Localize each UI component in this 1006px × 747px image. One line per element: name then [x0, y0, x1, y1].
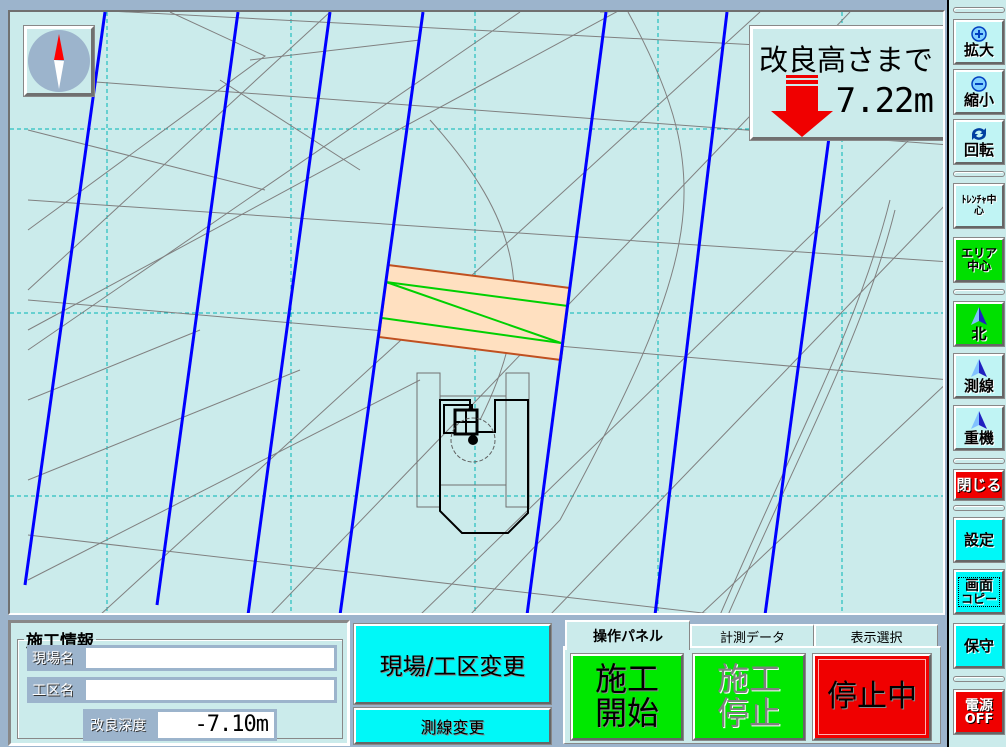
- change-site-section-button[interactable]: 現場/工区変更: [354, 624, 551, 704]
- machine-up-button[interactable]: 重機: [954, 406, 1004, 450]
- separator: [953, 676, 1005, 682]
- focus-outline: 画面 コピー: [957, 577, 1000, 607]
- terrain-line: [421, 106, 943, 613]
- change-survey-line-button[interactable]: 測線変更: [354, 708, 551, 744]
- separator: [953, 505, 1005, 511]
- triangle-up-icon: [971, 359, 987, 377]
- operation-panel-body: 施工 開始 施工 停止 停止中: [563, 646, 941, 744]
- north-up-button[interactable]: 北: [954, 302, 1004, 346]
- stop-construction-button[interactable]: 施工 停止: [693, 654, 805, 740]
- separator: [953, 171, 1005, 177]
- tab-measurement-data[interactable]: 計測データ: [690, 624, 814, 646]
- zoom-out-button[interactable]: 縮小: [954, 70, 1004, 114]
- close-button[interactable]: 閉じる: [954, 470, 1004, 500]
- survey-line: [155, 12, 240, 606]
- terrain-line: [27, 369, 301, 481]
- triangle-up-icon: [971, 411, 987, 429]
- target-height-title: 改良高さまで: [759, 43, 934, 77]
- terrain-line: [27, 379, 421, 581]
- machine-track-right: [505, 372, 530, 508]
- survey-line: [653, 12, 729, 613]
- site-name-label: 現場名: [32, 651, 74, 667]
- improvement-depth-label: 改良深度: [90, 718, 146, 734]
- maintenance-button[interactable]: 保守: [954, 624, 1004, 668]
- contour-curve: [429, 119, 515, 421]
- target-height-value: 7.22m: [835, 81, 934, 121]
- arrow-down-icon: [771, 75, 833, 137]
- terrain-line: [701, 385, 943, 613]
- trencher-center-button[interactable]: ﾄﾚﾝﾁｬ中心: [954, 184, 1004, 228]
- separator: [953, 7, 1005, 13]
- construction-info-panel: 施工情報 現場名 工区名 改良深度 -7.10m: [8, 620, 350, 746]
- area-center-button[interactable]: エリア中心: [954, 238, 1004, 282]
- section-name-label: 工区名: [32, 683, 74, 699]
- terrain-line: [27, 199, 943, 263]
- status-stopped-indicator: 停止中: [813, 654, 931, 740]
- machine-body: [439, 399, 529, 534]
- machine-track-left: [416, 372, 441, 508]
- improvement-depth-row: 改良深度 -7.10m: [83, 709, 277, 741]
- plus-circle-icon: [971, 26, 987, 42]
- site-name-field: [86, 648, 334, 668]
- zoom-in-button[interactable]: 拡大: [954, 20, 1004, 64]
- power-off-button[interactable]: 電源 OFF: [954, 690, 1004, 734]
- gps-antenna: [468, 435, 478, 445]
- rotate-button[interactable]: 回転: [954, 120, 1004, 164]
- minus-circle-icon: [971, 76, 987, 92]
- survey-line-up-button[interactable]: 測線: [954, 354, 1004, 398]
- north-arrow-icon: [28, 30, 90, 92]
- settings-button[interactable]: 設定: [954, 518, 1004, 562]
- survey-line: [763, 129, 832, 613]
- survey-line: [246, 12, 332, 613]
- bottom-panel: 施工情報 現場名 工区名 改良深度 -7.10m 現場/工区変更 測線変更 操作…: [8, 618, 945, 747]
- tab-display-select[interactable]: 表示選択: [814, 624, 938, 646]
- change-panel: 現場/工区変更 測線変更: [350, 620, 555, 746]
- tab-panel: 操作パネル 計測データ 表示選択 施工 開始 施工 停止 停止中: [555, 620, 945, 746]
- terrain-line: [219, 79, 361, 171]
- separator: [953, 289, 1005, 295]
- contour-curve: [720, 199, 891, 613]
- separator: [953, 458, 1005, 464]
- section-name-field: [86, 680, 334, 700]
- tab-operation-panel[interactable]: 操作パネル: [565, 620, 690, 650]
- site-name-row: 現場名: [27, 645, 337, 671]
- improvement-depth-value: -7.10m: [158, 712, 274, 738]
- map-view[interactable]: 改良高さまで 7.22m: [8, 10, 945, 615]
- start-construction-button[interactable]: 施工 開始: [571, 654, 683, 740]
- triangle-up-icon: [971, 307, 987, 325]
- right-toolbar: 拡大 縮小 回転 ﾄﾚﾝﾁｬ中心 エリア中心 北 測線 重機 閉じる 設定 画面…: [947, 0, 1006, 747]
- compass-button[interactable]: [24, 26, 94, 96]
- survey-line: [23, 12, 107, 586]
- terrain-line: [249, 39, 421, 61]
- screen-copy-button[interactable]: 画面 コピー: [954, 570, 1004, 614]
- section-name-row: 工区名: [27, 677, 337, 703]
- target-height-panel: 改良高さまで 7.22m: [750, 26, 943, 140]
- rotate-icon: [972, 128, 986, 140]
